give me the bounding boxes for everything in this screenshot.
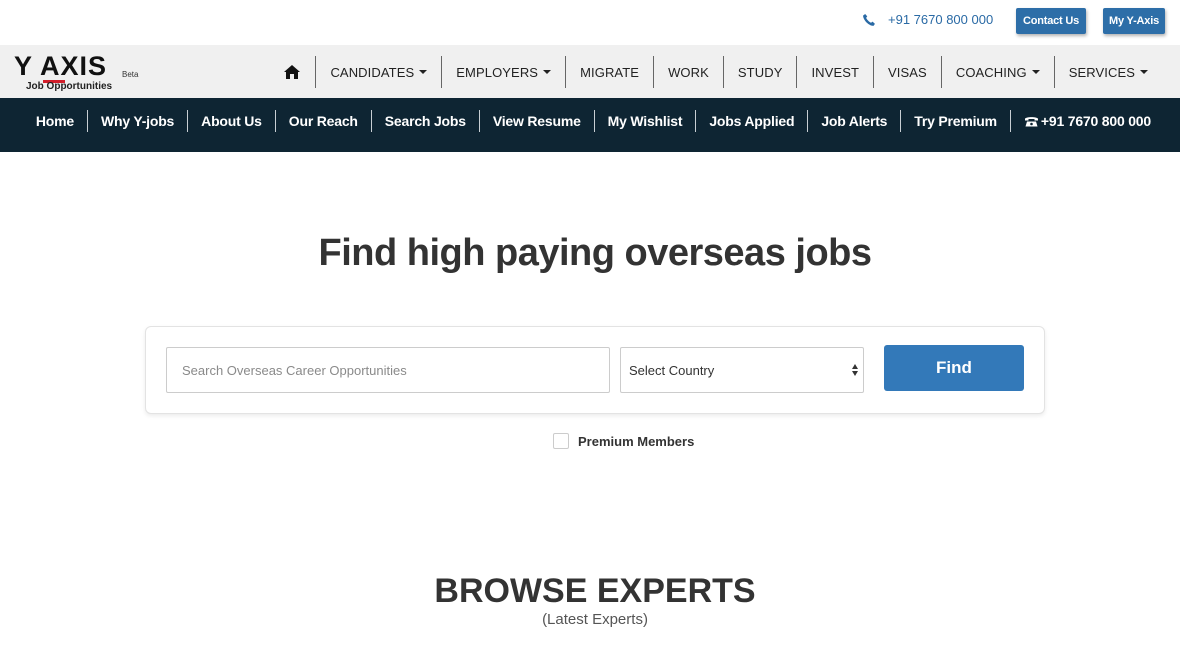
caret-down-icon xyxy=(543,70,552,74)
subnav-phone[interactable]: +91 7670 800 000 xyxy=(1009,110,1164,132)
subnav-why-yjobs[interactable]: Why Y-jobs xyxy=(86,110,187,132)
hero-title: Find high paying overseas jobs xyxy=(318,232,873,274)
subnav-items: Home Why Y-jobs About Us Our Reach Searc… xyxy=(23,110,1164,132)
subnav-about-us[interactable]: About Us xyxy=(187,110,275,132)
career-search-input[interactable] xyxy=(166,347,610,393)
nav-services[interactable]: SERVICES xyxy=(1053,56,1162,88)
caret-down-icon xyxy=(1031,70,1040,74)
my-yaxis-button[interactable]: My Y-Axis xyxy=(1103,8,1165,34)
subnav-jobs-applied[interactable]: Jobs Applied xyxy=(695,110,807,132)
logo-beta-label: Beta xyxy=(122,70,139,79)
nav-invest[interactable]: INVEST xyxy=(796,56,873,88)
browse-experts-heading: BROWSE EXPERTS xyxy=(434,572,756,610)
home-nav-button[interactable] xyxy=(283,56,315,88)
subnav-job-alerts[interactable]: Job Alerts xyxy=(807,110,900,132)
main-navigation: Y AXIS Beta Job Opportunities CANDIDATES… xyxy=(0,45,1180,98)
main-nav-items: CANDIDATES EMPLOYERS MIGRATE WORK STUDY … xyxy=(283,56,1162,88)
nav-label: VISAS xyxy=(888,64,927,80)
subnav-search-jobs[interactable]: Search Jobs xyxy=(370,110,479,132)
nav-migrate[interactable]: MIGRATE xyxy=(565,56,653,88)
subnav-home[interactable]: Home xyxy=(23,110,87,132)
nav-label: INVEST xyxy=(811,64,860,80)
logo-wordmark: Y AXIS xyxy=(14,51,108,81)
caret-down-icon xyxy=(1140,70,1148,74)
job-search-panel: Select Country Find xyxy=(145,326,1045,414)
top-phone-number: +91 7670 800 000 xyxy=(888,12,994,27)
nav-study[interactable]: STUDY xyxy=(722,56,797,88)
nav-label: MIGRATE xyxy=(580,64,640,80)
contact-us-button[interactable]: Contact Us xyxy=(1016,8,1086,34)
browse-experts-subtitle: (Latest Experts) xyxy=(542,611,648,628)
nav-label: WORK xyxy=(668,64,709,80)
nav-work[interactable]: WORK xyxy=(653,56,723,88)
logo-subtitle: Job Opportunities xyxy=(26,81,113,92)
phone-icon xyxy=(863,13,875,26)
nav-employers[interactable]: EMPLOYERS xyxy=(441,56,565,88)
telephone-icon xyxy=(1024,117,1038,127)
country-select[interactable]: Select Country xyxy=(620,347,864,393)
find-button[interactable]: Find xyxy=(884,345,1024,391)
subnav-view-resume[interactable]: View Resume xyxy=(478,110,594,132)
subnav-try-premium[interactable]: Try Premium xyxy=(900,110,1010,132)
yaxis-logo[interactable]: Y AXIS Beta Job Opportunities xyxy=(14,51,144,95)
home-icon xyxy=(284,65,301,79)
nav-coaching[interactable]: COACHING xyxy=(940,56,1054,88)
jobs-subnavigation: Home Why Y-jobs About Us Our Reach Searc… xyxy=(0,98,1180,152)
nav-candidates[interactable]: CANDIDATES xyxy=(315,56,441,88)
nav-label: SERVICES xyxy=(1068,64,1135,80)
nav-label: STUDY xyxy=(737,64,783,80)
subnav-phone-number: +91 7670 800 000 xyxy=(1040,113,1151,129)
subnav-my-wishlist[interactable]: My Wishlist xyxy=(593,110,696,132)
premium-members-checkbox[interactable] xyxy=(553,433,569,449)
nav-label: CANDIDATES xyxy=(330,64,415,80)
select-arrows-icon xyxy=(852,364,858,376)
premium-members-filter[interactable]: Premium Members xyxy=(553,433,694,449)
nav-label: EMPLOYERS xyxy=(456,64,539,80)
subnav-our-reach[interactable]: Our Reach xyxy=(274,110,371,132)
nav-label: COACHING xyxy=(955,64,1027,80)
country-select-value: Select Country xyxy=(629,362,715,378)
top-bar: +91 7670 800 000 Contact Us My Y-Axis xyxy=(0,0,1180,45)
top-phone-link[interactable]: +91 7670 800 000 xyxy=(862,12,993,27)
nav-visas[interactable]: VISAS xyxy=(873,56,941,88)
premium-members-label: Premium Members xyxy=(578,433,695,449)
caret-down-icon xyxy=(419,70,428,74)
